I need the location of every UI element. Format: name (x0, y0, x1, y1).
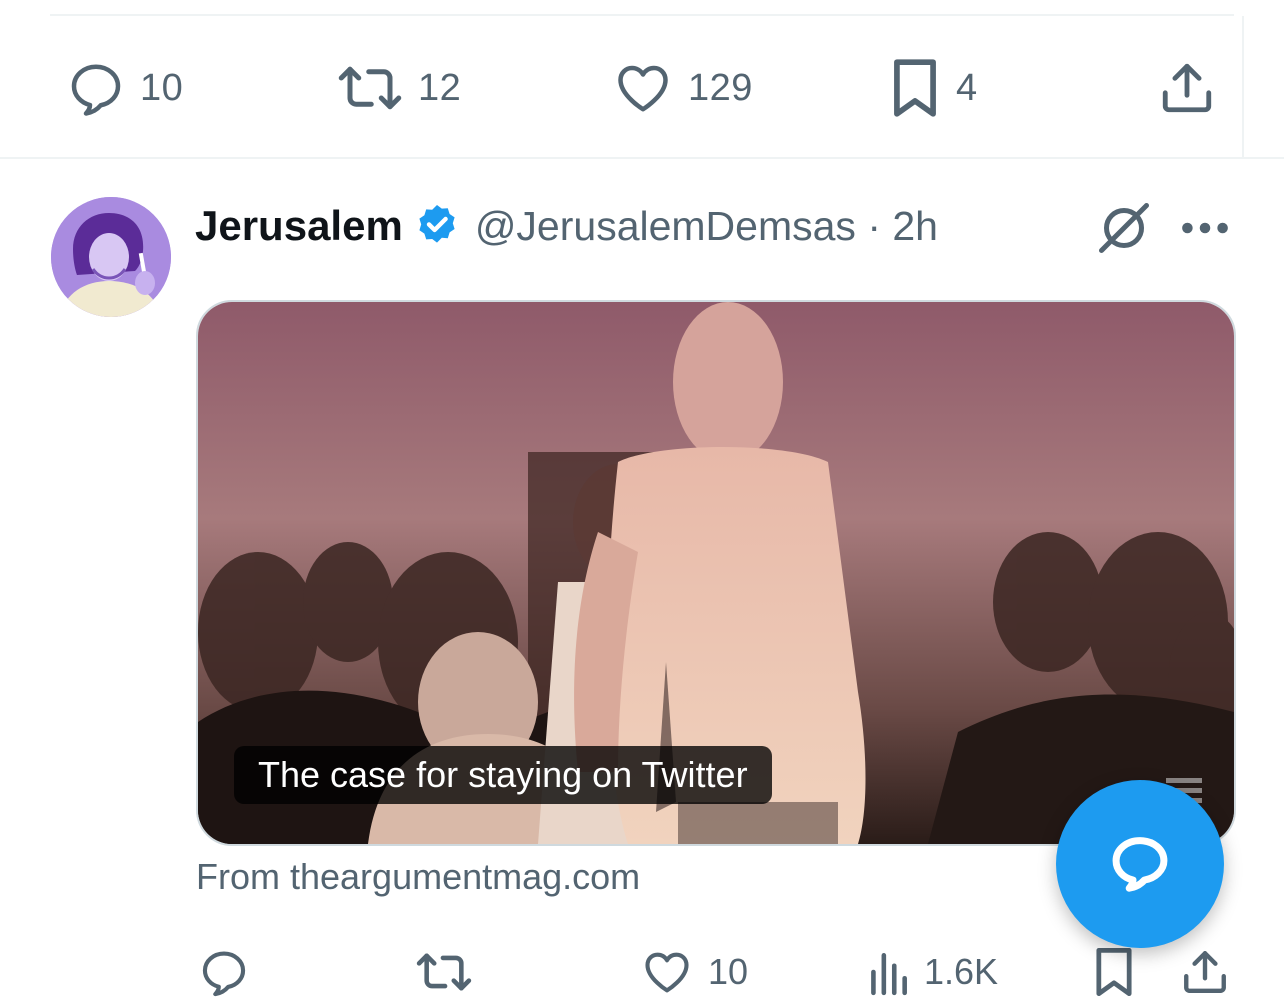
compose-button[interactable] (1056, 780, 1224, 948)
avatar[interactable] (51, 197, 171, 317)
more-icon (1182, 222, 1228, 234)
retweet-icon (416, 953, 472, 991)
like-button[interactable]: 129 (612, 58, 753, 118)
right-divider (1242, 16, 1244, 159)
verified-badge-icon (419, 205, 455, 243)
handle-and-time[interactable]: @JerusalemDemsas · 2h (475, 203, 938, 250)
card-source[interactable]: From theargumentmag.com (196, 856, 640, 898)
share-button[interactable] (1180, 944, 1230, 1000)
like-icon (645, 952, 689, 993)
retweet-button[interactable] (414, 944, 474, 1000)
reply-button[interactable] (198, 944, 250, 1000)
grok-icon (1099, 203, 1149, 253)
views-icon (871, 953, 907, 996)
bookmark-count: 4 (956, 66, 978, 109)
share-button[interactable] (1158, 58, 1216, 118)
compose-icon (1112, 837, 1168, 892)
grok-button[interactable] (1094, 198, 1154, 263)
retweet-button[interactable]: 12 (336, 58, 461, 118)
reply-count: 10 (140, 66, 184, 109)
view-count: 1.6K (924, 951, 999, 992)
like-count: 129 (688, 66, 753, 109)
more-button[interactable] (1178, 206, 1232, 255)
top-divider (50, 14, 1234, 16)
share-icon (1162, 63, 1212, 113)
reply-icon (202, 951, 246, 997)
reply-button[interactable]: 10 (66, 58, 183, 118)
views-button[interactable]: 1.6K (866, 944, 998, 1000)
like-icon (618, 65, 668, 112)
like-button[interactable]: 10 (640, 944, 748, 1000)
display-name[interactable]: Jerusalem (195, 202, 403, 250)
bookmark-icon (894, 59, 936, 117)
card-title[interactable]: The case for staying on Twitter (234, 746, 772, 804)
share-icon (1184, 951, 1226, 993)
retweet-count: 12 (418, 66, 462, 109)
bookmark-icon (1096, 947, 1132, 997)
reply-icon (71, 64, 121, 116)
bookmark-button[interactable]: 4 (888, 56, 978, 120)
tweet-header: Jerusalem @JerusalemDemsas · 2h (195, 196, 938, 256)
like-count: 10 (708, 951, 749, 992)
bookmark-button[interactable] (1092, 944, 1136, 1000)
retweet-icon (338, 66, 402, 110)
tweet-divider (0, 157, 1284, 159)
